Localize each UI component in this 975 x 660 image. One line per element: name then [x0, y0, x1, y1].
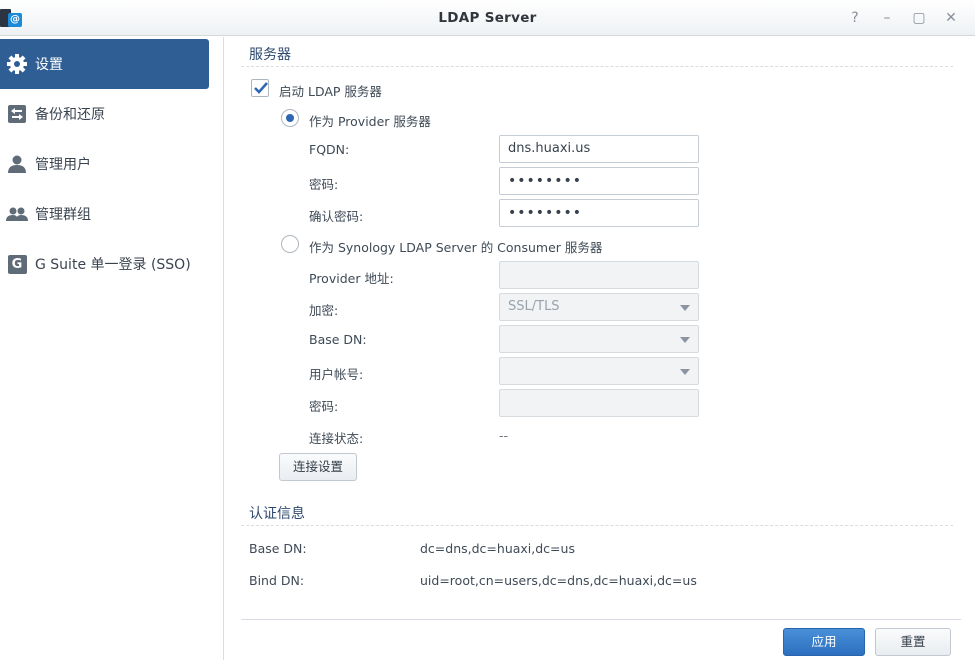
window-title: LDAP Server	[438, 10, 537, 26]
sidebar-item-manage-users[interactable]: 管理用户	[0, 139, 209, 189]
backup-restore-icon	[6, 103, 28, 125]
connection-status-label: 连接状态:	[309, 431, 364, 446]
title-bar: @ LDAP Server ? – ▢ ✕	[0, 0, 975, 36]
group-icon	[6, 203, 28, 225]
consumer-password-label: 密码:	[309, 399, 339, 414]
auth-base-dn-label: Base DN:	[249, 541, 307, 556]
encryption-select[interactable]: SSL/TLS	[499, 293, 699, 321]
consumer-password-input[interactable]	[499, 389, 699, 417]
connection-settings-button[interactable]: 连接设置	[279, 453, 357, 481]
user-account-label: 用户帐号:	[309, 367, 364, 382]
auth-base-dn-value: dc=dns,dc=huaxi,dc=us	[420, 541, 575, 556]
help-icon[interactable]: ?	[847, 10, 863, 26]
confirm-password-input[interactable]: ••••••••	[499, 199, 699, 227]
password-label: 密码:	[309, 177, 339, 192]
sidebar-item-label: 管理群组	[35, 207, 91, 223]
server-section-title: 服务器	[249, 47, 291, 63]
provider-address-label: Provider 地址:	[309, 271, 394, 286]
section-divider	[241, 525, 953, 526]
chevron-down-icon	[680, 337, 690, 343]
consumer-option-label: 作为 Synology LDAP Server 的 Consumer 服务器	[309, 240, 603, 255]
minimize-icon[interactable]: –	[879, 10, 895, 26]
checkmark-icon	[254, 82, 268, 94]
footer-divider	[241, 619, 961, 620]
g-suite-icon: G	[6, 253, 28, 275]
close-icon[interactable]: ✕	[943, 10, 959, 26]
provider-option-label: 作为 Provider 服务器	[309, 114, 431, 129]
provider-radio[interactable]	[281, 109, 299, 127]
sidebar-item-label: 管理用户	[35, 157, 91, 173]
auth-bind-dn-value: uid=root,cn=users,dc=dns,dc=huaxi,dc=us	[420, 573, 697, 588]
gear-icon	[6, 53, 28, 75]
auth-section-title: 认证信息	[249, 506, 305, 522]
apply-button[interactable]: 应用	[783, 628, 865, 656]
consumer-radio[interactable]	[281, 235, 299, 253]
chevron-down-icon	[680, 305, 690, 311]
maximize-icon[interactable]: ▢	[911, 10, 927, 26]
password-input[interactable]: ••••••••	[499, 167, 699, 195]
confirm-password-label: 确认密码:	[309, 209, 364, 224]
auth-bind-dn-label: Bind DN:	[249, 573, 305, 588]
sidebar-item-label: G Suite 单一登录 (SSO)	[35, 257, 191, 273]
user-icon	[6, 153, 28, 175]
fqdn-input[interactable]: dns.huaxi.us	[499, 135, 699, 163]
enable-ldap-checkbox[interactable]	[251, 79, 269, 97]
sidebar-item-backup-restore[interactable]: 备份和还原	[0, 89, 209, 139]
user-account-select[interactable]	[499, 357, 699, 385]
enable-ldap-label: 启动 LDAP 服务器	[279, 84, 382, 99]
encryption-label: 加密:	[309, 303, 339, 318]
base-dn-select[interactable]	[499, 325, 699, 353]
sidebar-item-gsuite-sso[interactable]: G G Suite 单一登录 (SSO)	[0, 239, 209, 289]
fqdn-label: FQDN:	[309, 142, 350, 157]
sidebar-item-label: 备份和还原	[35, 107, 105, 123]
base-dn-label: Base DN:	[309, 332, 367, 347]
sidebar: 设置 备份和还原 管理用户 管理群组 G G Suite 单一登录 (SSO)	[0, 37, 224, 660]
chevron-down-icon	[680, 369, 690, 375]
provider-address-input[interactable]	[499, 261, 699, 289]
connection-status-value: --	[499, 428, 509, 443]
sidebar-item-manage-groups[interactable]: 管理群组	[0, 189, 209, 239]
sidebar-item-label: 设置	[35, 57, 63, 73]
sidebar-item-settings[interactable]: 设置	[0, 39, 209, 89]
reset-button[interactable]: 重置	[875, 628, 951, 656]
encryption-value: SSL/TLS	[508, 299, 560, 314]
section-divider	[241, 66, 953, 67]
